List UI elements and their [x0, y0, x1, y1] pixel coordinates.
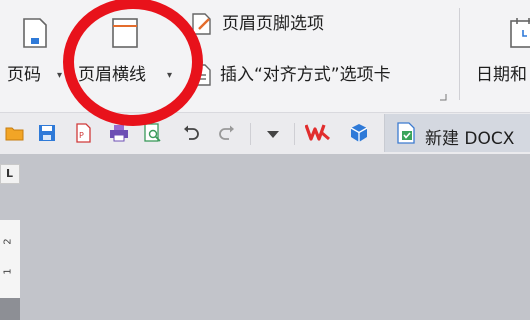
quick-access-toolbar: P 新建 DOCX [0, 112, 530, 154]
toolbar-divider [250, 123, 251, 145]
tab-stop-mark: L [6, 167, 14, 180]
ruler-margin-shade [0, 298, 20, 320]
docx-file-icon [395, 122, 417, 144]
ribbon-divider [459, 8, 460, 100]
document-tab-label: 新建 DOCX [425, 129, 515, 149]
document-tab[interactable]: 新建 DOCX [384, 114, 530, 152]
dialog-launcher-icon[interactable] [438, 92, 448, 102]
ruler-mark: 1 [2, 268, 14, 275]
chevron-down-icon: ▾ [57, 70, 63, 81]
redo-icon[interactable] [216, 122, 238, 144]
calendar-icon [508, 16, 530, 50]
date-button[interactable]: 日期和 [473, 12, 530, 92]
tab-stop-selector[interactable]: L [0, 164, 20, 184]
save-icon[interactable] [36, 122, 58, 144]
ruler-mark: 2 [2, 238, 14, 245]
document-canvas[interactable] [0, 154, 530, 320]
header-footer-options-label: 页眉页脚选项 [222, 14, 324, 34]
customize-dropdown-icon[interactable] [262, 123, 284, 145]
page-number-button[interactable]: 页码 ▾ [5, 12, 65, 92]
header-footer-options-button[interactable]: 页眉页脚选项 [190, 12, 360, 40]
insert-align-tab-label: 插入“对齐方式”选项卡 [220, 65, 391, 85]
page-number-label: 页码 [7, 65, 41, 85]
svg-text:P: P [79, 131, 84, 140]
output-pdf-icon[interactable]: P [72, 122, 94, 144]
open-folder-icon[interactable] [4, 122, 26, 144]
date-label: 日期和 [476, 65, 527, 85]
insert-align-tab-button[interactable]: 插入“对齐方式”选项卡 [190, 62, 455, 92]
toolbar-divider [294, 123, 295, 145]
annotation-circle [63, 0, 203, 126]
page-number-icon [20, 16, 50, 50]
wps-logo-icon[interactable] [304, 121, 332, 143]
print-preview-icon[interactable] [142, 122, 164, 144]
undo-icon[interactable] [180, 122, 202, 144]
cube-icon[interactable] [348, 122, 370, 144]
vertical-ruler: 2 1 [0, 220, 20, 320]
